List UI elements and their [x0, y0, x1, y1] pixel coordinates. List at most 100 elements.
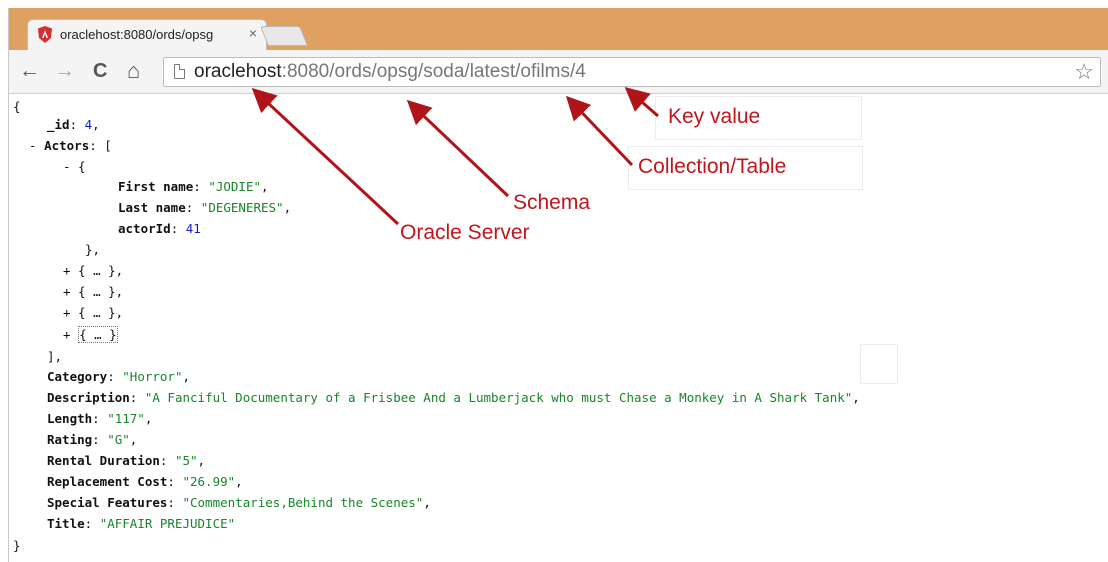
json-key: actorId — [118, 221, 171, 236]
json-line: Replacement Cost: "26.99", — [47, 474, 243, 490]
json-punct: , — [283, 200, 292, 215]
json-punct: : — [107, 369, 123, 384]
json-key: Length — [47, 411, 93, 426]
json-line: ], — [47, 349, 62, 365]
json-punct: , — [235, 474, 243, 489]
json-punct: : — [170, 221, 186, 236]
json-punct: : — [193, 179, 209, 194]
json-punct: , — [92, 117, 100, 132]
label-schema: Schema — [513, 191, 591, 214]
json-line: Category: "Horror", — [47, 369, 190, 385]
back-arrow-icon[interactable]: ← — [19, 60, 40, 82]
home-icon[interactable]: ⌂ — [127, 60, 140, 82]
json-punct: : — [84, 516, 100, 531]
url-text[interactable]: oraclehost:8080/ords/opsg/soda/latest/of… — [194, 61, 586, 83]
shield-icon — [38, 26, 52, 43]
json-string: "AFFAIR PREJUDICE" — [99, 516, 236, 531]
json-punct: }, — [85, 242, 101, 257]
json-key: Rental Duration — [47, 453, 160, 468]
address-bar[interactable]: oraclehost:8080/ords/opsg/soda/latest/of… — [163, 57, 1101, 87]
json-punct: { — [13, 99, 21, 114]
page-icon — [174, 64, 185, 79]
json-line: Rental Duration: "5", — [47, 453, 205, 469]
star-icon[interactable]: ☆ — [1074, 59, 1094, 85]
toolbar: ← → C ⌂ oraclehost:8080/ords/opsg/soda/l… — [9, 50, 1108, 94]
json-line: + { … } — [63, 326, 118, 343]
json-punct: , — [423, 495, 431, 510]
json-punct: , — [261, 179, 269, 194]
json-line: Description: "A Fanciful Documentary of … — [47, 390, 860, 406]
json-punct: : — [167, 495, 183, 510]
json-line: + { … }, — [63, 263, 123, 279]
json-string: "A Fanciful Documentary of a Frisbee And… — [144, 390, 853, 405]
json-string: "117" — [107, 411, 145, 426]
url-host: oraclehost — [194, 61, 282, 82]
json-punct[interactable]: + { … }, — [63, 284, 123, 299]
label-key-value: Key value — [668, 105, 761, 128]
json-punct: : — [159, 453, 175, 468]
json-punct[interactable]: - — [29, 138, 44, 153]
json-punct[interactable]: + { … }, — [63, 263, 123, 278]
json-line: Special Features: "Commentaries,Behind t… — [47, 495, 431, 511]
json-string: "26.99" — [182, 474, 236, 489]
json-punct: , — [852, 390, 860, 405]
annotation-box-empty — [860, 344, 898, 384]
collapsed-object[interactable]: { … } — [78, 326, 118, 343]
json-punct[interactable]: + — [63, 327, 78, 342]
json-punct: : — [167, 474, 183, 489]
new-tab-button[interactable] — [259, 26, 309, 46]
json-key: Title — [47, 516, 85, 531]
json-punct[interactable]: - { — [63, 159, 86, 174]
json-punct: : — [69, 117, 85, 132]
json-key: Description — [47, 390, 130, 405]
reload-icon[interactable]: C — [93, 60, 107, 82]
json-punct: } — [13, 538, 21, 553]
json-string: "JODIE" — [208, 179, 262, 194]
json-key: _id — [47, 117, 70, 132]
browser-tab[interactable]: oraclehost:8080/ords/opsg × — [27, 19, 267, 50]
json-line: Rating: "G", — [47, 432, 137, 448]
json-line: - Actors: [ — [29, 138, 112, 154]
json-key: Replacement Cost — [47, 474, 168, 489]
json-punct: : — [92, 411, 108, 426]
json-string: "5" — [174, 453, 198, 468]
json-punct: : — [185, 200, 201, 215]
close-icon[interactable]: × — [249, 25, 257, 41]
tab-strip: oraclehost:8080/ords/opsg × — [9, 8, 1108, 50]
json-punct: , — [129, 432, 138, 447]
json-string: "DEGENERES" — [200, 200, 284, 215]
json-line: + { … }, — [63, 284, 123, 300]
json-line: actorId: 41 — [118, 221, 201, 237]
json-string: "Horror" — [122, 369, 183, 384]
json-line: Last name: "DEGENERES", — [118, 200, 291, 216]
json-line: - { — [63, 159, 86, 175]
browser-window: oraclehost:8080/ords/opsg × ← → C ⌂ orac… — [8, 8, 1108, 562]
json-line: First name: "JODIE", — [118, 179, 269, 195]
json-line: }, — [85, 242, 100, 258]
url-path: :8080/ords/opsg/soda/latest/ofilms/4 — [281, 61, 586, 82]
json-punct: , — [144, 411, 153, 426]
json-key: Special Features — [47, 495, 168, 510]
json-punct: , — [197, 453, 206, 468]
label-oracle-server: Oracle Server — [400, 221, 530, 244]
json-line: } — [13, 538, 21, 554]
json-punct: : — [92, 432, 108, 447]
json-punct: : [ — [89, 138, 112, 153]
json-punct: : — [129, 390, 145, 405]
json-line: Title: "AFFAIR PREJUDICE" — [47, 516, 235, 532]
json-line: _id: 4, — [47, 117, 100, 133]
json-key: First name — [118, 179, 194, 194]
label-collection-table: Collection/Table — [638, 155, 787, 178]
json-line: + { … }, — [63, 305, 123, 321]
json-punct[interactable]: + { … }, — [63, 305, 123, 320]
json-string: "Commentaries,Behind the Scenes" — [182, 495, 424, 510]
json-string: "G" — [107, 432, 130, 447]
tab-title: oraclehost:8080/ords/opsg — [60, 27, 214, 42]
json-key: Last name — [118, 200, 186, 215]
json-number: 41 — [185, 221, 201, 236]
forward-arrow-icon[interactable]: → — [54, 60, 75, 82]
json-line: Length: "117", — [47, 411, 152, 427]
json-viewer: { _id: 4, - Actors: [ - { First name: "JODIE… — [9, 95, 1108, 562]
json-key: Rating — [47, 432, 93, 447]
json-punct: ], — [47, 349, 63, 364]
